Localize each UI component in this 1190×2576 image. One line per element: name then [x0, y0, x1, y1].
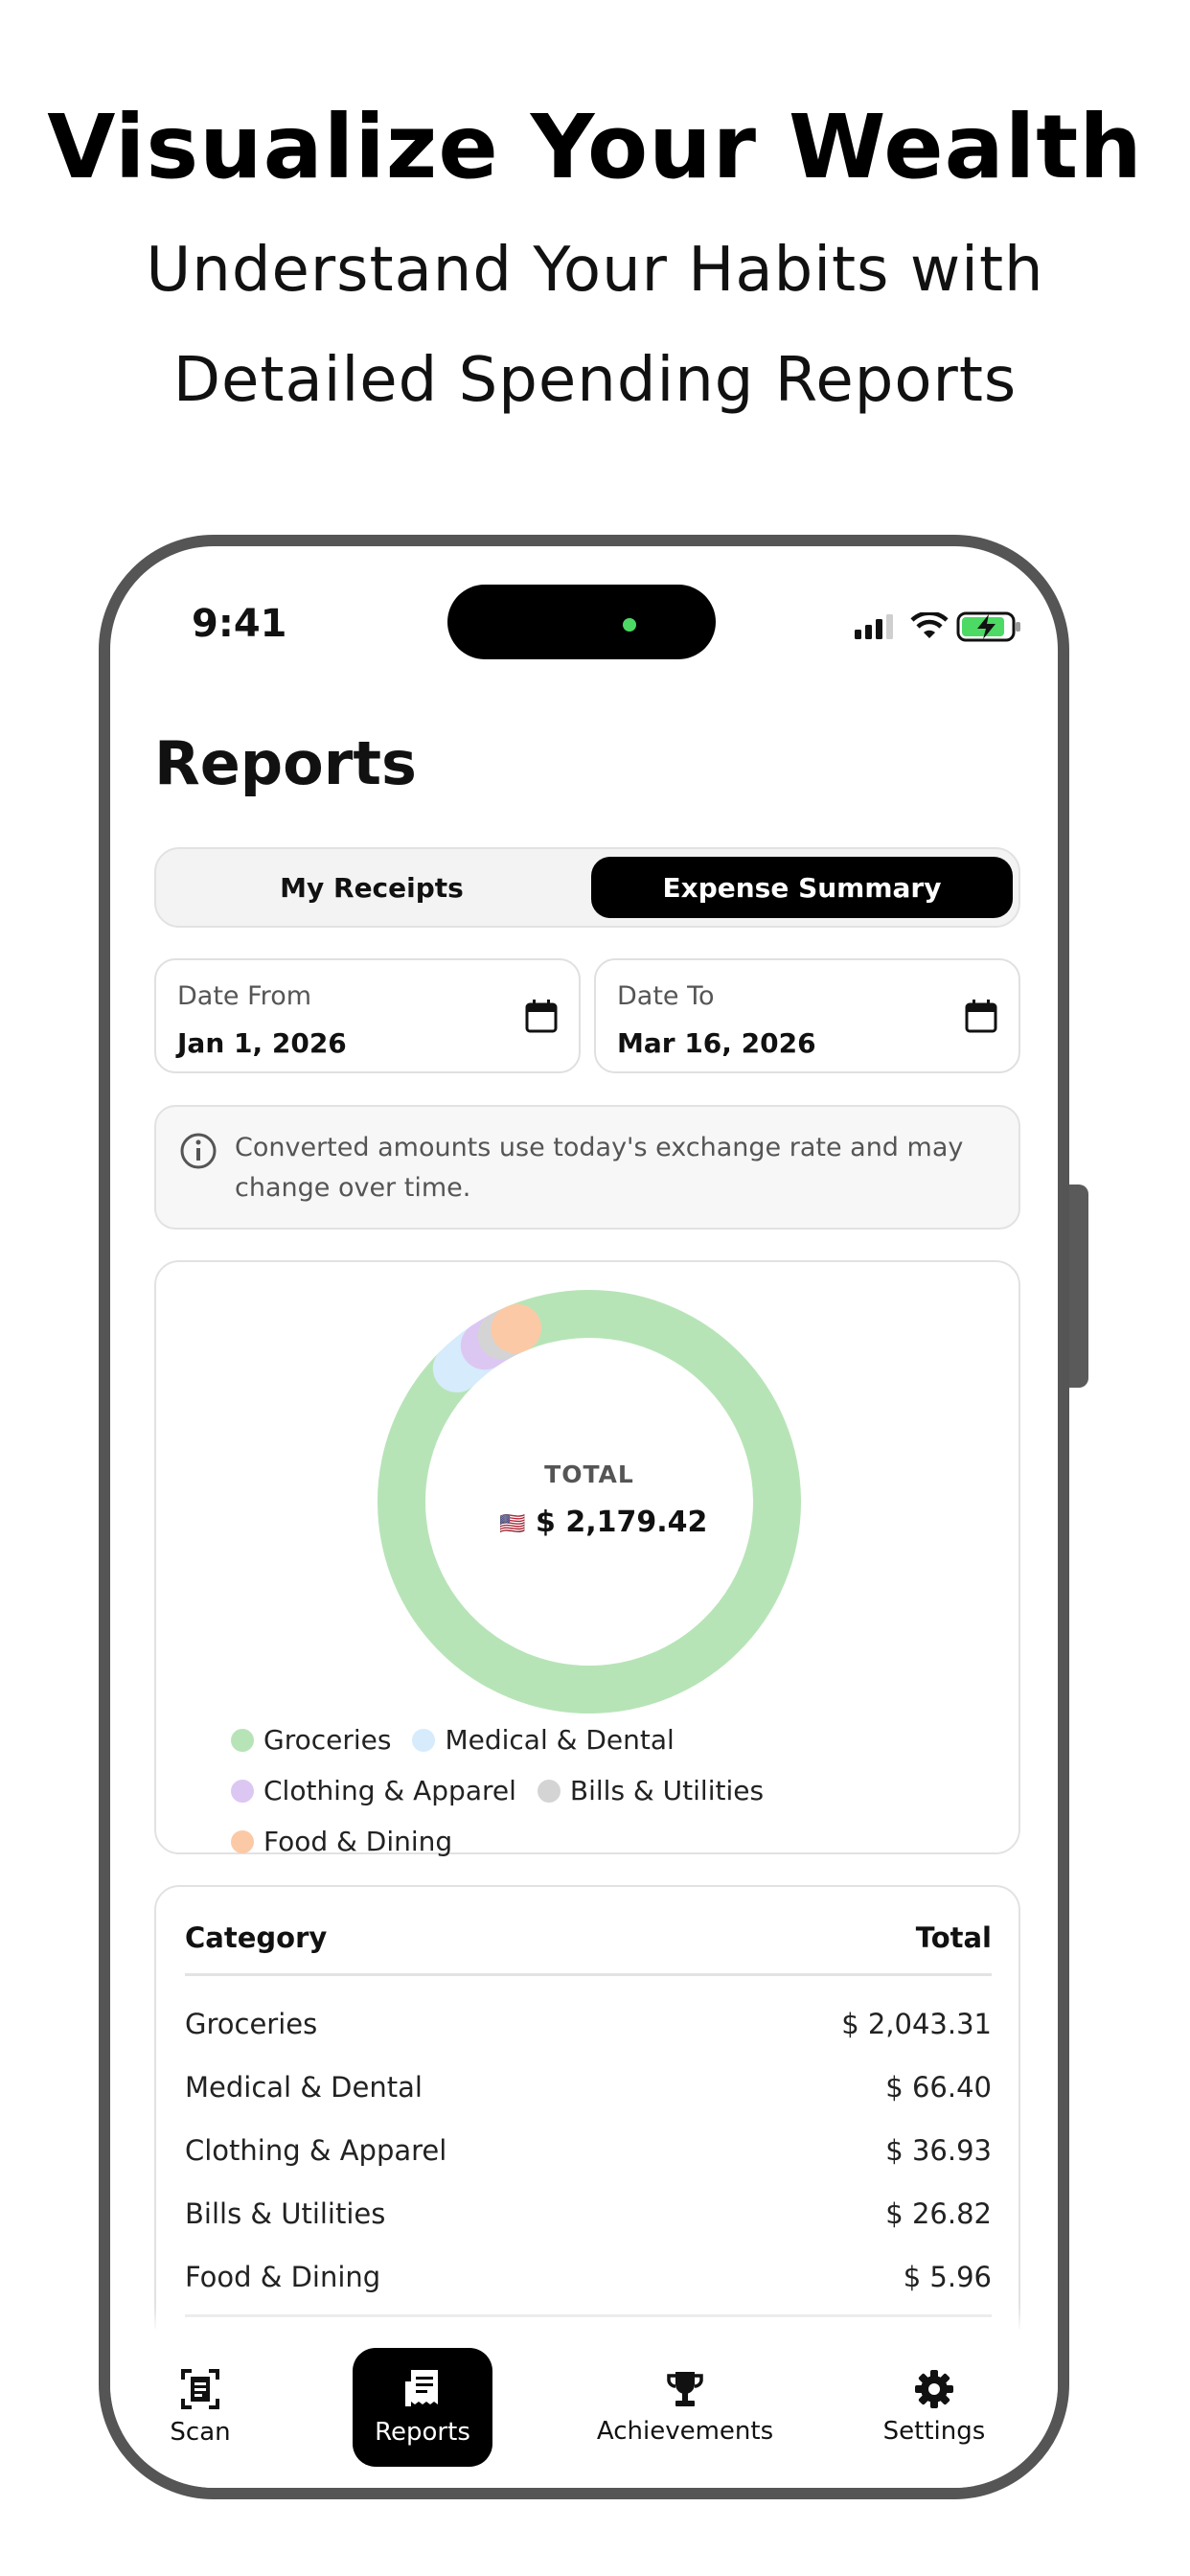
row-total: $ 66.40: [885, 2071, 992, 2104]
status-time: 9:41: [192, 602, 287, 646]
row-category: Groceries: [185, 2008, 318, 2040]
receipt-icon: [405, 2370, 438, 2406]
row-total: $ 26.82: [885, 2197, 992, 2230]
column-header-category: Category: [185, 1921, 328, 1954]
calendar-icon[interactable]: [525, 999, 558, 1033]
tab-settings[interactable]: Settings: [872, 2348, 996, 2467]
trophy-icon: [667, 2372, 703, 2406]
tab-achievements[interactable]: Achievements: [589, 2348, 781, 2467]
tab-achievements-label: Achievements: [596, 2417, 774, 2446]
row-category: Clothing & Apparel: [185, 2134, 447, 2167]
calendar-icon[interactable]: [965, 999, 997, 1033]
exchange-rate-notice: Converted amounts use today's exchange r…: [154, 1105, 1020, 1230]
tab-expense-summary[interactable]: Expense Summary: [591, 857, 1013, 918]
row-total: $ 36.93: [885, 2134, 992, 2167]
us-flag-icon: 🇺🇸: [499, 1512, 525, 1536]
wifi-icon: [910, 612, 949, 638]
legend-label: Bills & Utilities: [569, 1775, 765, 1806]
date-from-field[interactable]: Date From Jan 1, 2026: [154, 958, 581, 1073]
table-row: Clothing & Apparel $ 36.93: [185, 2134, 992, 2182]
legend-label: Clothing & Apparel: [263, 1775, 516, 1806]
legend-item: Food & Dining: [231, 1826, 452, 1857]
row-category: Food & Dining: [185, 2261, 381, 2293]
legend-item: Bills & Utilities: [537, 1775, 765, 1806]
legend-label: Food & Dining: [263, 1826, 453, 1857]
donut-slice-groceries: [378, 1290, 801, 1714]
scan-icon: [181, 2369, 219, 2409]
exchange-rate-notice-text: Converted amounts use today's exchange r…: [235, 1133, 964, 1203]
legend-label: Groceries: [263, 1724, 392, 1756]
row-total: $ 2,043.31: [841, 2008, 992, 2040]
bottom-tab-bar: Scan Reports Achievements Settings: [110, 2329, 1058, 2488]
table-header-divider: [185, 1973, 992, 1976]
promo-subline-2: Detailed Spending Reports: [172, 345, 1018, 416]
camera-indicator-dot: [623, 618, 636, 632]
battery-charging-icon: [956, 611, 1020, 642]
table-row: Food & Dining $ 5.96: [185, 2261, 992, 2309]
column-header-total: Total: [915, 1921, 992, 1954]
date-to-label: Date To: [617, 981, 715, 1011]
row-category: Bills & Utilities: [185, 2197, 386, 2230]
app-screen: 9:41 Reports My Receipts Expense Summary…: [110, 546, 1058, 2488]
segment-control: My Receipts Expense Summary: [154, 847, 1020, 928]
date-from-value: Jan 1, 2026: [177, 1027, 347, 1059]
legend-item: Medical & Dental: [412, 1724, 675, 1756]
row-category: Medical & Dental: [185, 2071, 423, 2104]
donut-slices: [378, 1290, 801, 1714]
legend-color-dot: [537, 1779, 561, 1803]
date-from-label: Date From: [177, 981, 312, 1011]
promo-subline-1: Understand Your Habits with: [146, 235, 1044, 306]
tab-reports[interactable]: Reports: [353, 2348, 492, 2467]
date-to-field[interactable]: Date To Mar 16, 2026: [594, 958, 1020, 1073]
info-icon: [180, 1133, 217, 1169]
cellular-signal-icon: [855, 614, 893, 639]
table-header: Category Total: [185, 1921, 992, 1969]
phone-frame: 9:41 Reports My Receipts Expense Summary…: [99, 535, 1069, 2499]
donut-total-value: $ 2,179.42: [536, 1506, 707, 1539]
chart-legend: Groceries Medical & Dental Clothing & Appa…: [231, 1724, 978, 1857]
tab-settings-label: Settings: [882, 2417, 986, 2446]
date-to-value: Mar 16, 2026: [617, 1027, 816, 1059]
legend-color-dot: [231, 1779, 254, 1803]
phone-side-button: [1067, 1184, 1088, 1388]
status-icons: [853, 609, 1025, 647]
table-footer-divider: [185, 2314, 992, 2317]
table-row: Groceries $ 2,043.31: [185, 2008, 992, 2056]
donut-center-label: TOTAL: [544, 1460, 634, 1488]
table-row: Medical & Dental $ 66.40: [185, 2071, 992, 2119]
tab-scan[interactable]: Scan: [152, 2348, 248, 2467]
legend-color-dot: [412, 1728, 436, 1752]
legend-color-dot: [231, 1728, 254, 1752]
gear-icon: [915, 2370, 953, 2408]
expense-donut-chart: TOTAL 🇺🇸 $ 2,179.42: [378, 1290, 801, 1714]
legend-color-dot: [231, 1829, 254, 1853]
dynamic-island: [447, 585, 716, 659]
tab-scan-label: Scan: [170, 2418, 231, 2447]
page-title: Reports: [154, 728, 417, 798]
row-total: $ 5.96: [903, 2261, 992, 2293]
legend-item: Groceries: [231, 1724, 391, 1756]
tab-reports-label: Reports: [375, 2418, 470, 2447]
legend-label: Medical & Dental: [445, 1724, 675, 1756]
promo-headline: Visualize Your Wealth: [47, 96, 1143, 198]
expense-donut-card: TOTAL 🇺🇸 $ 2,179.42 Groceries Medical & D…: [154, 1260, 1020, 1857]
legend-item: Clothing & Apparel: [231, 1775, 516, 1806]
tab-my-receipts[interactable]: My Receipts: [156, 849, 587, 926]
table-row: Bills & Utilities $ 26.82: [185, 2197, 992, 2245]
